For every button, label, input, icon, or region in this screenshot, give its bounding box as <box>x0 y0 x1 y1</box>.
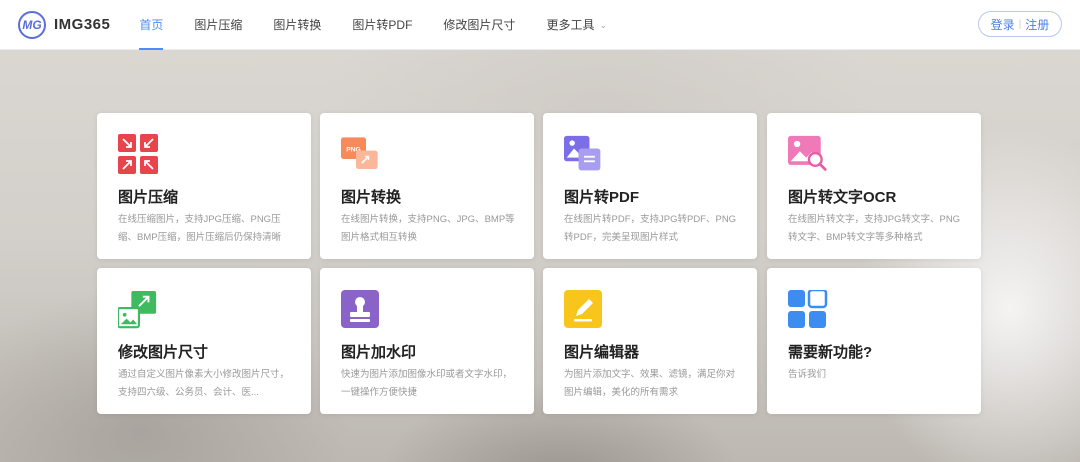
nav-item-resize[interactable]: 修改图片尺寸 <box>443 0 515 50</box>
new-feature-icon <box>788 290 828 328</box>
card-description: 在线压缩图片，支持JPG压缩、PNG压缩、BMP压缩，图片压缩后仍保持清晰 <box>118 214 282 243</box>
logo[interactable]: MG IMG365 <box>18 10 111 39</box>
top-navbar: MG IMG365 首页 图片压缩 图片转换 图片转PDF 修改图片尺寸 更多工… <box>0 0 1080 50</box>
auth-pill: 登录 | 注册 <box>978 11 1062 37</box>
card-resize[interactable]: 修改图片尺寸 通过自定义图片像素大小修改图片尺寸，支持四六级、公务员、会计、医.… <box>97 268 311 414</box>
auth-divider: | <box>1018 18 1022 30</box>
card-editor[interactable]: 图片编辑器 为图片添加文字、效果、滤镜，满足你对图片编辑，美化的所有需求 <box>543 268 757 414</box>
nav-label: 更多工具 <box>546 18 595 32</box>
nav-label: 图片压缩 <box>194 18 243 32</box>
resize-icon <box>118 290 157 329</box>
card-title: 图片转换 <box>341 189 402 206</box>
nav-label: 图片转PDF <box>352 18 413 32</box>
nav-label: 图片转换 <box>273 18 322 32</box>
card-convert[interactable]: PNG 图片转换 在线图片转换，支持PNG、JPG、BMP等图片格式相互转换 <box>320 113 534 259</box>
card-title: 需要新功能? <box>788 344 873 361</box>
login-link[interactable]: 登录 <box>991 16 1015 33</box>
convert-icon: PNG <box>341 137 378 169</box>
compress-icon <box>118 134 158 174</box>
register-link[interactable]: 注册 <box>1025 16 1049 33</box>
nav-item-to-pdf[interactable]: 图片转PDF <box>352 0 412 50</box>
logo-mark-icon: MG <box>18 10 46 39</box>
card-title: 图片转文字OCR <box>788 189 897 206</box>
card-ocr[interactable]: 图片转文字OCR 在线图片转文字，支持JPG转文字、PNG转文字、BMP转文字等… <box>767 113 981 259</box>
watermark-icon <box>341 290 379 328</box>
nav-item-home[interactable]: 首页 <box>139 0 164 50</box>
nav-label: 修改图片尺寸 <box>443 18 516 32</box>
brand-name: IMG365 <box>54 16 111 33</box>
card-new-feature[interactable]: 需要新功能? 告诉我们 <box>767 268 981 414</box>
nav-item-more-tools[interactable]: 更多工具 ⌄ <box>546 0 607 50</box>
card-to-pdf[interactable]: 图片转PDF 在线图片转PDF，支持JPG转PDF、PNG转PDF，完美呈现图片… <box>543 113 757 259</box>
nav-item-convert[interactable]: 图片转换 <box>273 0 321 50</box>
ocr-icon <box>788 135 827 171</box>
card-title: 图片压缩 <box>118 189 179 206</box>
card-compress[interactable]: 图片压缩 在线压缩图片，支持JPG压缩、PNG压缩、BMP压缩，图片压缩后仍保持… <box>97 113 311 259</box>
card-title: 图片编辑器 <box>564 344 640 361</box>
nav-label: 首页 <box>139 18 164 32</box>
card-title: 修改图片尺寸 <box>118 344 209 361</box>
editor-icon <box>564 290 602 328</box>
card-title: 图片转PDF <box>564 189 640 206</box>
card-description: 告诉我们 <box>788 369 827 380</box>
card-watermark[interactable]: 图片加水印 快速为图片添加图像水印或者文字水印，一键操作方便快捷 <box>320 268 534 414</box>
card-description: 在线图片转文字，支持JPG转文字、PNG转文字、BMP转文字等多种格式 <box>788 214 961 243</box>
image-to-pdf-icon <box>564 135 601 171</box>
nav-item-compress[interactable]: 图片压缩 <box>194 0 242 50</box>
card-description: 为图片添加文字、效果、滤镜，满足你对图片编辑，美化的所有需求 <box>564 369 736 398</box>
card-description: 快速为图片添加图像水印或者文字水印，一键操作方便快捷 <box>341 369 513 398</box>
main-nav: 首页 图片压缩 图片转换 图片转PDF 修改图片尺寸 更多工具 ⌄ <box>139 0 638 50</box>
card-description: 在线图片转换，支持PNG、JPG、BMP等图片格式相互转换 <box>341 214 515 243</box>
card-title: 图片加水印 <box>341 344 417 361</box>
card-description: 通过自定义图片像素大小修改图片尺寸，支持四六级、公务员、会计、医... <box>118 369 290 398</box>
chevron-down-icon: ⌄ <box>599 20 607 30</box>
card-description: 在线图片转PDF，支持JPG转PDF、PNG转PDF，完美呈现图片样式 <box>564 214 737 243</box>
